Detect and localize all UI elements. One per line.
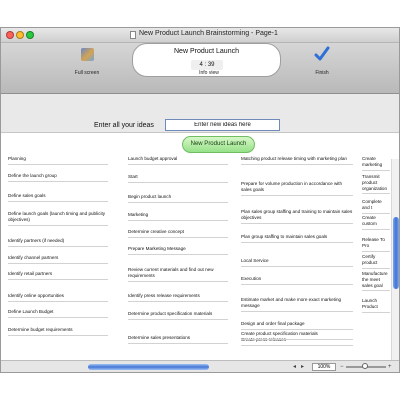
fullscreen-icon[interactable]	[81, 48, 94, 61]
timer: 4 : 39	[191, 60, 223, 70]
scroll-right-icon[interactable]: ▸	[301, 363, 304, 371]
minimize-window-button[interactable]	[16, 31, 24, 39]
checkmark-icon[interactable]	[314, 46, 330, 62]
idea-card[interactable]: Define the launch group	[8, 173, 108, 182]
idea-card[interactable]: Manufacture the meet sales goal	[362, 271, 390, 292]
scroll-left-icon[interactable]: ◂	[293, 363, 296, 371]
idea-card[interactable]: Transmit product organization	[362, 174, 390, 195]
idea-card[interactable]: Identify online opportunities	[8, 293, 108, 302]
idea-card[interactable]: Plan group staffing to maintain sales go…	[241, 234, 353, 243]
vertical-scrollbar[interactable]	[391, 159, 399, 360]
idea-card[interactable]: Estimate market and make more exact mark…	[241, 297, 353, 312]
idea-card[interactable]: Define launch goals (launch timing and p…	[8, 211, 108, 226]
idea-card[interactable]: Identify partners (if needed)	[8, 238, 108, 247]
zoom-out-icon[interactable]: −	[340, 363, 344, 371]
document-icon	[130, 31, 136, 39]
info-view-label[interactable]: Info view	[181, 70, 237, 76]
title-bar: New Product Launch Brainstorming - Page-…	[1, 28, 399, 43]
horizontal-scroll-thumb[interactable]	[88, 364, 209, 370]
idea-card[interactable]: Marketing	[128, 212, 228, 221]
idea-card[interactable]: Planning	[8, 156, 108, 165]
close-window-button[interactable]	[6, 31, 14, 39]
idea-entry-bar: Enter all your ideas	[1, 94, 399, 133]
idea-card[interactable]: Identify retail partners	[8, 271, 108, 280]
zoom-slider-knob[interactable]	[362, 363, 368, 369]
idea-card[interactable]: Complete and t	[362, 199, 390, 214]
idea-card[interactable]: Certify product	[362, 254, 390, 269]
vertical-scroll-thumb[interactable]	[393, 217, 399, 289]
product-launch-button[interactable]: New Product Launch	[182, 136, 255, 153]
idea-card[interactable]: Create product specification materials	[241, 331, 353, 340]
idea-card[interactable]: Create custom	[362, 215, 390, 230]
idea-card[interactable]: Release To Pro	[362, 237, 390, 252]
idea-card[interactable]: Define sales goals	[8, 193, 108, 202]
idea-card[interactable]: Prepare Marketing Message	[128, 246, 228, 255]
info-title: New Product Launch	[174, 48, 239, 55]
finish-label[interactable]: Finish	[307, 70, 337, 76]
idea-card[interactable]: Launch Product	[362, 298, 390, 313]
idea-card[interactable]: Plan sales group staffing and training t…	[241, 209, 353, 224]
zoom-window-button[interactable]	[26, 31, 34, 39]
idea-card[interactable]: Determine sales presentations	[128, 335, 228, 344]
idea-card[interactable]: Local Service	[241, 258, 353, 267]
idea-card[interactable]: Review current materials and find out ne…	[128, 267, 228, 282]
idea-card[interactable]: Execution	[241, 276, 353, 285]
idea-card[interactable]: Define Launch Budget	[8, 309, 108, 318]
idea-card[interactable]: Determine product specification material…	[128, 311, 228, 320]
fullscreen-label[interactable]: Full screen	[71, 70, 103, 76]
idea-card[interactable]: Matching product release timing with mar…	[241, 156, 353, 165]
idea-prompt: Enter all your ideas	[94, 122, 154, 129]
idea-card[interactable]: Determine creative concept	[128, 229, 228, 238]
zoom-select[interactable]: 100%	[312, 363, 336, 371]
window-title: New Product Launch Brainstorming - Page-…	[139, 30, 278, 37]
toolbar: Full screen New Product Launch 4 : 39 In…	[1, 43, 399, 94]
idea-card[interactable]: Launch budget approval	[128, 156, 228, 165]
idea-card[interactable]: Create marketing	[362, 156, 390, 171]
idea-card[interactable]: Prepare for volume production in accorda…	[241, 181, 353, 196]
idea-card[interactable]: Start	[128, 174, 228, 183]
idea-card[interactable]: Design and order final package	[241, 321, 353, 330]
idea-input[interactable]	[165, 119, 280, 131]
idea-card[interactable]: Identify press release requirements	[128, 293, 228, 302]
status-bar: ◂ ▸ 100% − +	[1, 360, 399, 372]
idea-card[interactable]: Begin product launch	[128, 194, 228, 203]
idea-card[interactable]: Identify channel partners	[8, 255, 108, 264]
idea-card[interactable]: Determine budget requirements	[8, 327, 108, 336]
app-window: New Product Launch Brainstorming - Page-…	[0, 27, 400, 373]
zoom-in-icon[interactable]: +	[388, 363, 392, 371]
